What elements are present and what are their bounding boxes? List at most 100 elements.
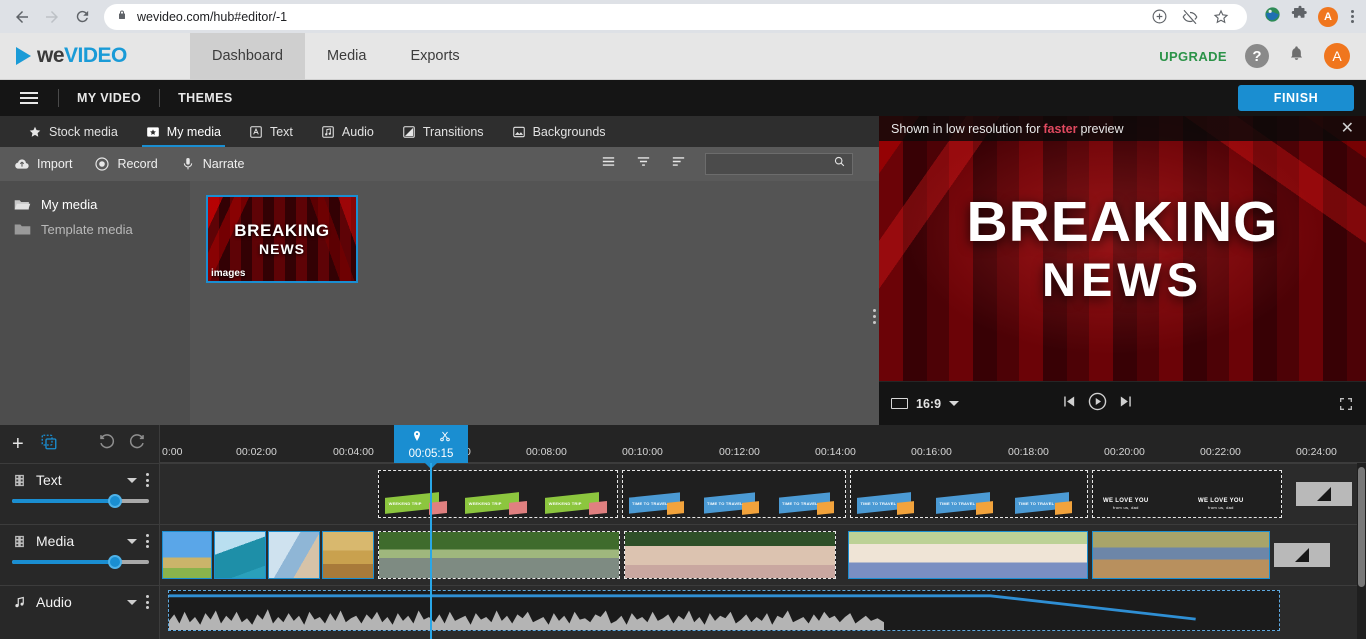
tab-label: Text xyxy=(269,124,293,139)
text-clip[interactable]: TIME TO TRAVEL TIME TO TRAVEL TIME TO TR… xyxy=(622,470,846,518)
fullscreen-icon[interactable] xyxy=(1338,396,1354,412)
track-volume-slider[interactable] xyxy=(12,494,149,508)
finish-button[interactable]: FINISH xyxy=(1238,85,1354,111)
star-outline-icon[interactable] xyxy=(1207,3,1235,31)
tab-stock-media[interactable]: Stock media xyxy=(14,116,132,147)
undo-icon[interactable] xyxy=(97,432,116,456)
tab-backgrounds[interactable]: Backgrounds xyxy=(498,116,620,147)
three-dot-menu-icon[interactable] xyxy=(146,473,149,487)
three-dot-menu-icon[interactable] xyxy=(146,534,149,548)
chevron-down-icon[interactable] xyxy=(127,477,137,483)
chevron-down-icon[interactable] xyxy=(127,599,137,605)
reload-icon[interactable] xyxy=(68,3,96,31)
wevideo-top-nav: weVIDEO Dashboard Media Exports UPGRADE … xyxy=(0,33,1366,80)
close-icon[interactable]: ✕ xyxy=(1341,120,1354,137)
nav-item-exports[interactable]: Exports xyxy=(388,33,481,79)
scrollbar-thumb[interactable] xyxy=(1358,467,1365,587)
scissors-icon[interactable] xyxy=(439,429,451,447)
eye-slash-icon[interactable] xyxy=(1176,3,1204,31)
text-clip[interactable]: TIME TO TRAVEL TIME TO TRAVEL TIME TO TR… xyxy=(850,470,1088,518)
my-video-tab[interactable]: MY VIDEO xyxy=(71,91,147,105)
audio-clip[interactable] xyxy=(168,590,1280,631)
track-volume-slider[interactable] xyxy=(12,555,149,569)
extension-globe-icon[interactable] xyxy=(1263,5,1282,29)
media-item-breaking-news[interactable]: BREAKING NEWS images xyxy=(206,195,358,283)
user-avatar[interactable]: A xyxy=(1324,43,1350,69)
media-clip[interactable] xyxy=(268,531,320,579)
tab-label: Backgrounds xyxy=(532,124,606,139)
transition-clip[interactable] xyxy=(1296,482,1352,506)
playhead-badge[interactable]: 00:05:15 xyxy=(394,425,468,469)
notice-text-highlight: faster xyxy=(1043,121,1078,136)
nav-item-media[interactable]: Media xyxy=(305,33,389,79)
media-clip[interactable] xyxy=(624,531,836,579)
text-clip[interactable]: WEEKEND TRIP WEEKEND TRIP WEEKEND TRIP xyxy=(378,470,618,518)
media-clip[interactable] xyxy=(378,531,620,579)
search-box[interactable] xyxy=(705,153,853,175)
tab-audio[interactable]: Audio xyxy=(307,116,388,147)
three-dot-menu-icon[interactable] xyxy=(1347,10,1358,23)
duplicate-icon[interactable] xyxy=(40,433,58,456)
media-clip[interactable] xyxy=(322,531,374,579)
track-lane-text[interactable]: WEEKEND TRIP WEEKEND TRIP WEEKEND TRIP T… xyxy=(160,463,1366,524)
media-clip[interactable] xyxy=(848,531,1088,579)
timeline-ruler[interactable]: 0:00 00:02:00 00:04:00 00:06:00 00:08:00… xyxy=(160,425,1366,469)
marker-pin-icon[interactable] xyxy=(411,429,423,447)
folder-item-my-media[interactable]: My media xyxy=(0,192,190,217)
redo-icon[interactable] xyxy=(128,432,147,456)
media-clip[interactable] xyxy=(162,531,212,579)
ruler-tick: 00:16:00 xyxy=(911,446,952,458)
tab-transitions[interactable]: Transitions xyxy=(388,116,498,147)
back-arrow-icon[interactable] xyxy=(8,3,36,31)
folder-list: My media Template media xyxy=(0,181,190,425)
play-icon[interactable] xyxy=(1087,391,1108,417)
track-lane-audio[interactable] xyxy=(160,585,1366,631)
audio-fade-line[interactable] xyxy=(169,593,1196,621)
hamburger-menu-icon[interactable] xyxy=(12,88,46,108)
backgrounds-icon xyxy=(512,126,525,137)
sort-icon[interactable] xyxy=(670,153,687,175)
address-bar[interactable]: wevideo.com/hub#editor/-1 xyxy=(104,3,1247,31)
slider-knob[interactable] xyxy=(107,494,122,508)
playhead-line[interactable] xyxy=(430,463,432,639)
question-mark-icon[interactable]: ? xyxy=(1245,44,1269,68)
text-clip[interactable]: WE LOVE YOU from us, dad WE LOVE YOU from … xyxy=(1092,470,1282,518)
transition-icon xyxy=(1317,487,1331,501)
upgrade-button[interactable]: UPGRADE xyxy=(1159,49,1227,64)
record-button[interactable]: Record xyxy=(94,156,158,172)
tab-my-media[interactable]: My media xyxy=(132,116,235,147)
timeline-tracks-area[interactable]: 0:00 00:02:00 00:04:00 00:06:00 00:08:00… xyxy=(160,425,1366,639)
search-icon[interactable] xyxy=(833,155,846,173)
add-track-icon[interactable]: + xyxy=(12,434,24,454)
skip-previous-icon[interactable] xyxy=(1060,393,1077,415)
media-clip[interactable] xyxy=(214,531,266,579)
skip-next-icon[interactable] xyxy=(1118,393,1135,415)
folder-item-template-media[interactable]: Template media xyxy=(0,217,190,242)
timeline-vertical-scrollbar[interactable] xyxy=(1357,463,1366,639)
preview-video[interactable]: BREAKING NEWS xyxy=(879,116,1366,381)
forward-arrow-icon[interactable] xyxy=(38,3,66,31)
themes-tab[interactable]: THEMES xyxy=(172,91,239,105)
tool-label: Import xyxy=(37,157,73,171)
tab-text[interactable]: Text xyxy=(235,116,307,147)
add-circle-icon[interactable] xyxy=(1145,3,1173,31)
browser-profile-avatar[interactable]: A xyxy=(1318,6,1338,27)
puzzle-extension-icon[interactable] xyxy=(1291,5,1309,28)
import-button[interactable]: Import xyxy=(14,156,72,172)
aspect-ratio-selector[interactable]: 16:9 xyxy=(891,397,960,411)
chevron-down-icon[interactable] xyxy=(127,538,137,544)
bell-icon[interactable] xyxy=(1287,44,1306,68)
track-lane-media[interactable] xyxy=(160,524,1366,585)
list-view-icon[interactable] xyxy=(600,153,617,175)
media-clip[interactable] xyxy=(1092,531,1270,579)
nav-item-dashboard[interactable]: Dashboard xyxy=(190,33,305,79)
search-input[interactable] xyxy=(712,158,833,170)
slider-knob[interactable] xyxy=(107,555,122,569)
three-dot-menu-icon[interactable] xyxy=(146,595,149,609)
filter-icon[interactable] xyxy=(635,153,652,175)
transition-clip[interactable] xyxy=(1274,543,1330,567)
panel-body: My media Template media BREAKING NEWS im… xyxy=(0,181,879,425)
narrate-button[interactable]: Narrate xyxy=(180,156,244,172)
film-strip-icon xyxy=(15,474,24,486)
wevideo-logo[interactable]: weVIDEO xyxy=(0,33,190,79)
